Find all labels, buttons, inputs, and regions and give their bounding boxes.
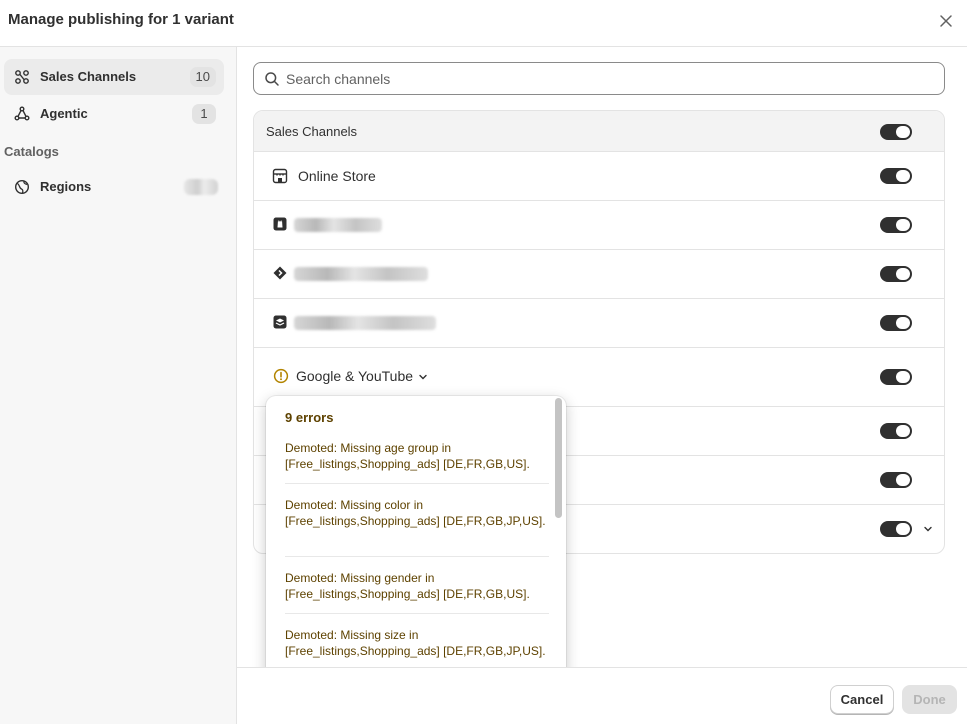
sidebar-item-sales-channels[interactable]: Sales Channels 10 [4,59,224,95]
channel-toggle[interactable] [880,472,912,488]
modal-header: Manage publishing for 1 variant [0,0,967,47]
channel-toggle[interactable] [880,217,912,233]
sidebar-item-label: Sales Channels [40,69,137,84]
modal-footer: Cancel Done [237,667,967,724]
popover-scrollbar[interactable] [555,398,562,518]
channel-name: Google & YouTube [296,368,414,384]
channel-toggle[interactable] [880,521,912,537]
redacted-channel-name [294,218,382,232]
channel-row-online-store: Online Store [254,152,944,201]
sidebar-item-regions[interactable]: Regions [4,169,224,205]
error-item: Demoted: Missing gender in [Free_listing… [285,571,530,601]
redacted-channel-name [294,267,428,281]
agentic-icon [14,106,30,121]
store-icon [272,168,288,184]
error-item: Demoted: Missing age group in [Free_list… [285,441,530,471]
sidebar-item-count: 1 [192,104,216,124]
divider [285,556,549,557]
done-button[interactable]: Done [902,685,957,714]
errors-popover[interactable]: 9 errors Demoted: Missing age group in [… [266,396,566,696]
warning-icon [273,368,289,384]
sidebar-item-agentic[interactable]: Agentic 1 [4,96,224,132]
error-item: Demoted: Missing color in [Free_listings… [285,498,546,528]
catalogs-section-label: Catalogs [4,144,59,159]
channel-toggle[interactable] [880,369,912,385]
errors-title: 9 errors [285,410,334,425]
divider [285,483,549,484]
toggle-all-channels[interactable] [880,124,912,140]
redacted-count [184,179,218,195]
publishing-modal: Manage publishing for 1 variant Sales Ch… [0,0,967,724]
cancel-button[interactable]: Cancel [830,685,894,714]
sidebar: Sales Channels 10 Agentic 1 Catalogs Reg… [0,47,237,724]
channel-row-redacted [254,299,944,348]
redacted-channel-name [294,316,436,330]
channel-toggle[interactable] [880,168,912,184]
globe-icon [14,179,30,195]
close-button[interactable] [934,9,958,33]
divider [285,613,549,614]
channel-toggle[interactable] [880,423,912,439]
channel-name: Online Store [298,168,376,184]
search-input[interactable] [286,63,926,94]
sidebar-item-count: 10 [189,67,216,87]
channels-header: Sales Channels [254,111,944,152]
channels-header-label: Sales Channels [266,124,358,139]
channel-toggle[interactable] [880,266,912,282]
modal-title: Manage publishing for 1 variant [8,11,234,28]
channel-row-redacted [254,201,944,250]
close-icon [940,15,952,27]
shop-bag-icon [273,217,287,231]
stack-icon [273,315,287,329]
diamond-arrow-icon [273,266,287,280]
channel-toggle[interactable] [880,315,912,331]
channel-row-redacted [254,250,944,299]
sidebar-item-label: Agentic [40,106,88,121]
search-icon [265,72,279,86]
chevron-down-icon[interactable] [922,523,934,535]
error-item: Demoted: Missing size in [Free_listings,… [285,628,546,658]
chevron-down-icon[interactable] [417,371,429,383]
sidebar-item-label: Regions [40,179,92,194]
channels-icon [15,70,29,84]
search-field[interactable] [253,62,945,95]
